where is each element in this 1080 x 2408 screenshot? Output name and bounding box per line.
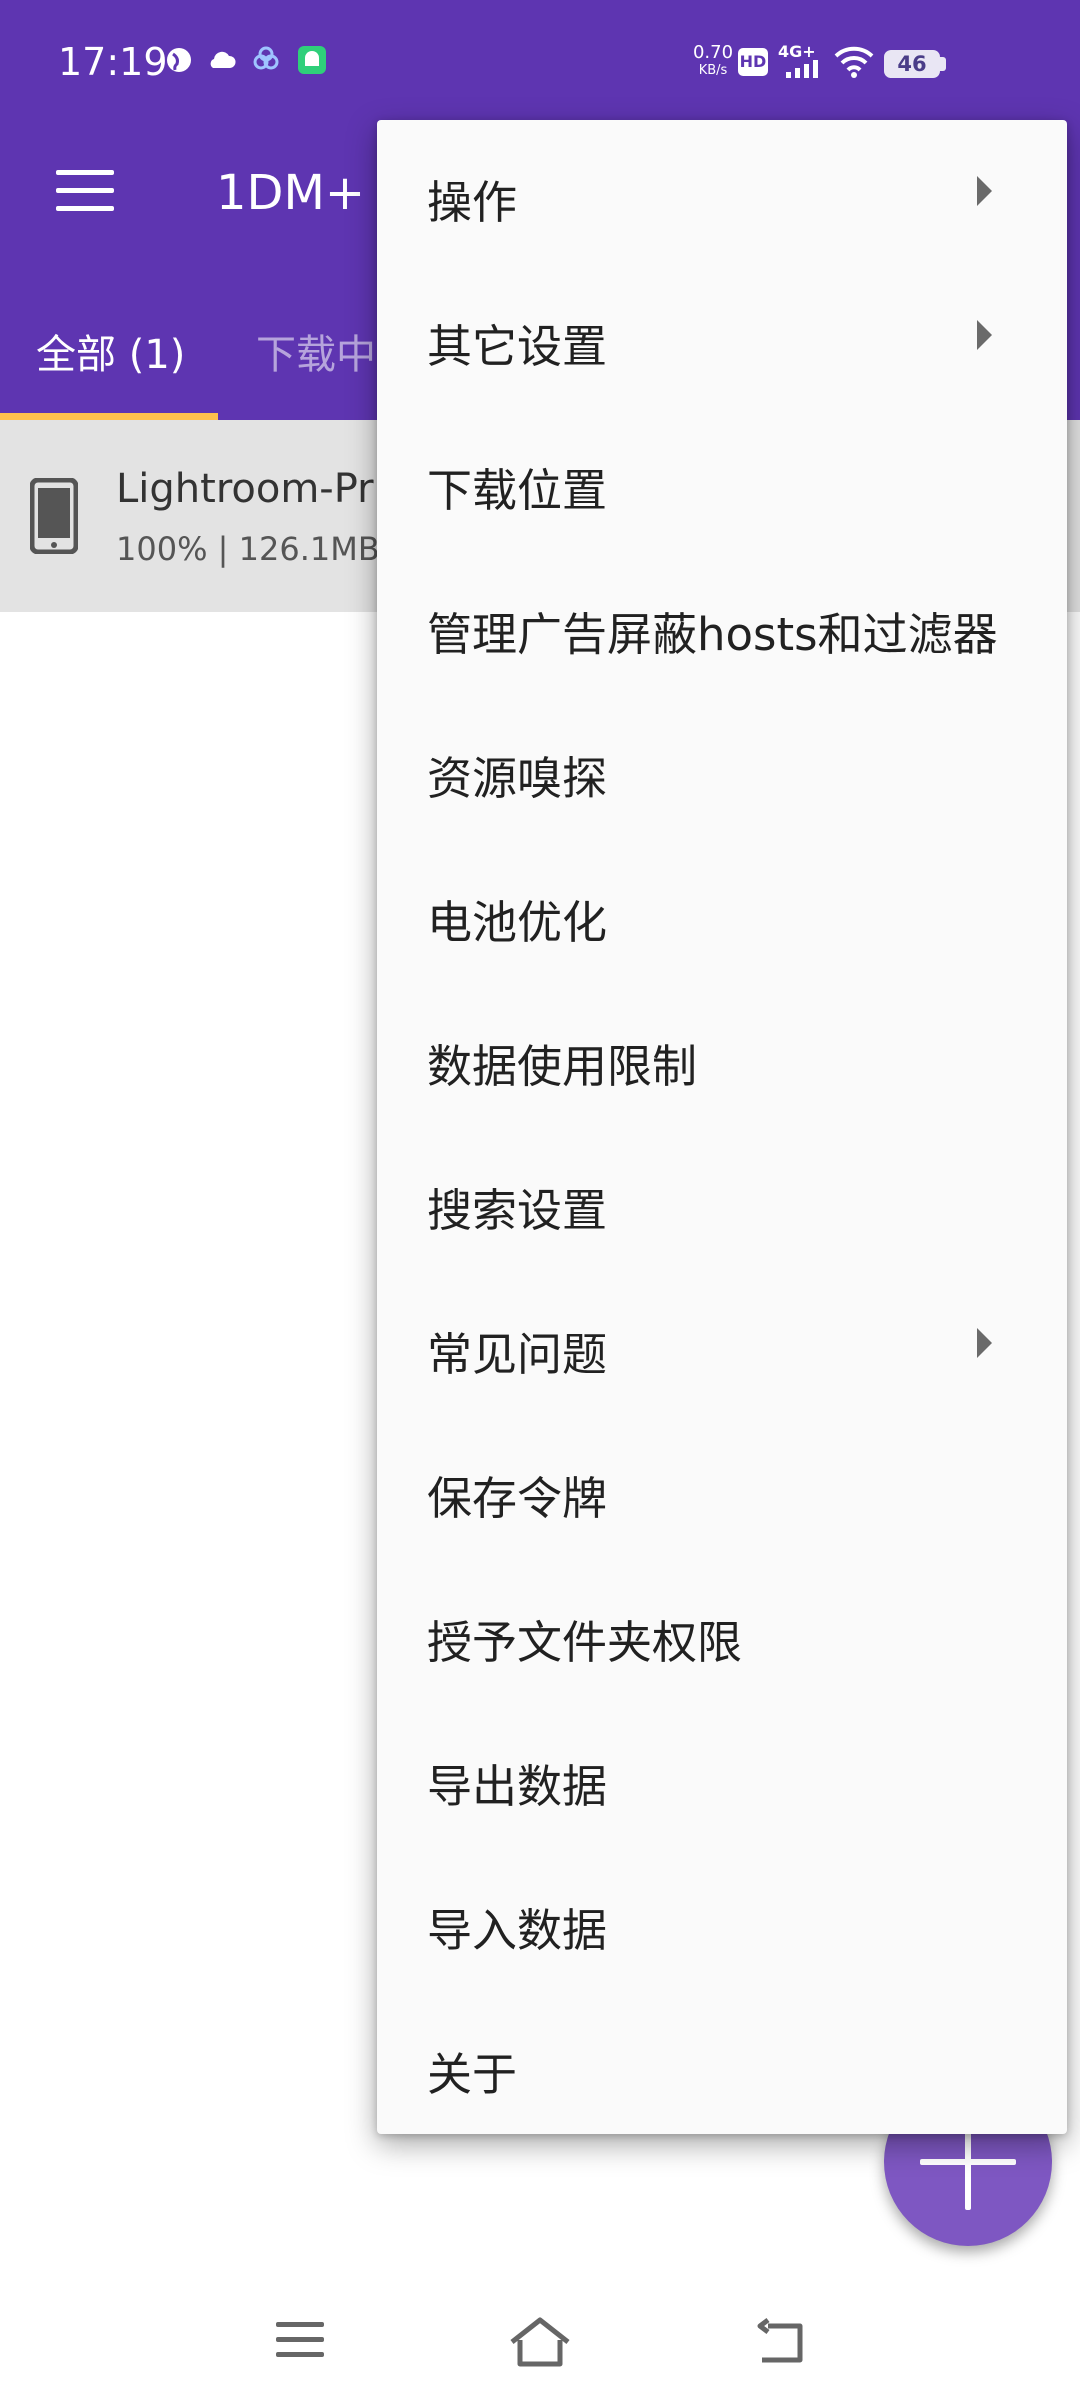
battery-icon (940, 57, 946, 71)
menu-item-label: 搜索设置 (427, 1184, 608, 1237)
menu-item-data-usage-limit[interactable]: 数据使用限制 (377, 984, 1067, 1128)
phone-file-icon (30, 478, 78, 554)
tab-all[interactable]: 全部 (1) (36, 322, 185, 380)
tab-downloading[interactable]: 下载中 (256, 322, 376, 380)
back-icon[interactable] (754, 2318, 810, 2366)
menu-item-label: 导入数据 (427, 1904, 608, 1957)
menu-item-adblock-hosts[interactable]: 管理广告屏蔽hosts和过滤器 (377, 552, 1067, 696)
recent-apps-icon[interactable] (276, 2322, 324, 2358)
menu-item-label: 常见问题 (427, 1328, 608, 1381)
net-speed: 0.70 (692, 42, 734, 63)
download-file-name: Lightroom-Pr (116, 466, 374, 512)
download-file-meta: 100% | 126.1MB (116, 530, 380, 568)
submenu-arrow-icon (977, 1328, 992, 1358)
hd-badge: HD (738, 48, 768, 76)
menu-item-label: 导出数据 (427, 1760, 608, 1813)
status-time: 17:19 (58, 40, 168, 84)
cloud-icon (210, 51, 236, 68)
menu-item-grant-folder-permission[interactable]: 授予文件夹权限 (377, 1560, 1067, 1704)
menu-item-other-settings[interactable]: 其它设置 (377, 264, 1067, 408)
net-speed-unit: KB/s (698, 63, 728, 78)
home-icon[interactable] (508, 2316, 572, 2368)
menu-item-import-data[interactable]: 导入数据 (377, 1848, 1067, 1992)
tab-indicator (0, 413, 218, 420)
menu-item-about[interactable]: 关于 (377, 1992, 1067, 2136)
menu-item-label: 关于 (427, 2048, 518, 2101)
menu-item-label: 数据使用限制 (427, 1040, 698, 1093)
signal-icon (786, 60, 818, 78)
menu-item-operations[interactable]: 操作 (377, 120, 1067, 264)
menu-item-label: 保存令牌 (427, 1472, 608, 1525)
menu-item-faq[interactable]: 常见问题 (377, 1272, 1067, 1416)
menu-item-label: 其它设置 (427, 320, 608, 373)
menu-item-label: 授予文件夹权限 (427, 1616, 743, 1669)
chat-app-icon (298, 46, 326, 74)
menu-item-label: 管理广告屏蔽hosts和过滤器 (427, 608, 998, 661)
app-notification-icon (253, 46, 279, 70)
submenu-arrow-icon (977, 320, 992, 350)
globe-icon (167, 48, 191, 72)
overflow-menu: 操作 其它设置 下载位置 管理广告屏蔽hosts和过滤器 资源嗅探 电池优化 数… (377, 120, 1067, 2134)
battery-level: 46 (884, 50, 940, 78)
menu-item-download-location[interactable]: 下载位置 (377, 408, 1067, 552)
hamburger-icon[interactable] (56, 170, 114, 212)
app-title: 1DM+ (216, 165, 366, 221)
menu-item-export-data[interactable]: 导出数据 (377, 1704, 1067, 1848)
submenu-arrow-icon (977, 176, 992, 206)
menu-item-save-token[interactable]: 保存令牌 (377, 1416, 1067, 1560)
wifi-icon (834, 46, 874, 78)
menu-item-label: 电池优化 (427, 896, 608, 949)
status-bar: 17:19 0.70 KB/s HD 4G+ 46 (0, 0, 1080, 120)
menu-item-label: 操作 (427, 176, 518, 229)
menu-item-battery-optimization[interactable]: 电池优化 (377, 840, 1067, 984)
menu-item-label: 下载位置 (427, 464, 608, 517)
menu-item-resource-sniffer[interactable]: 资源嗅探 (377, 696, 1067, 840)
menu-item-label: 资源嗅探 (427, 752, 608, 805)
menu-item-search-settings[interactable]: 搜索设置 (377, 1128, 1067, 1272)
